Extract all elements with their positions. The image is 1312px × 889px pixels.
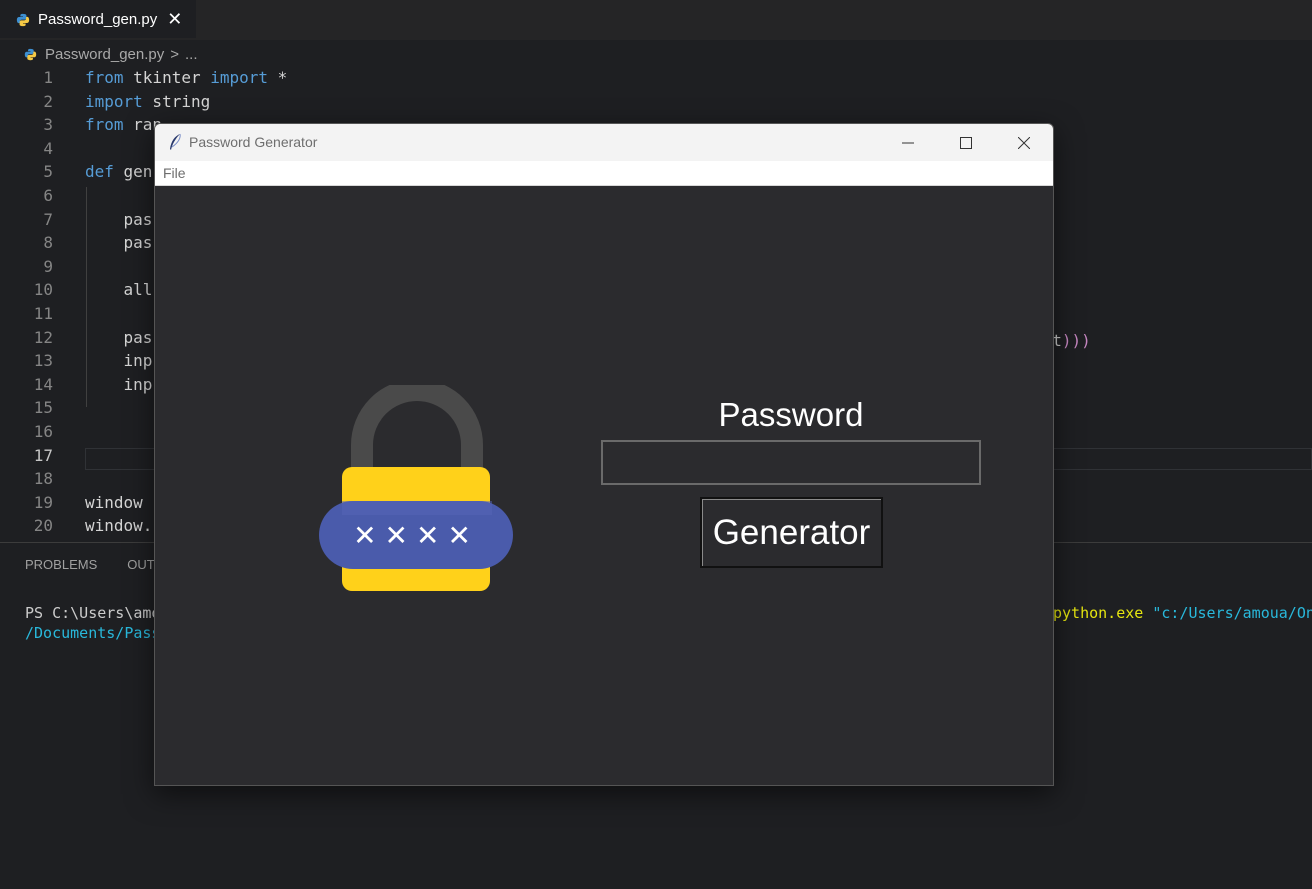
terminal-output[interactable]: PS C:\Users\amo /Documents/Pass — [25, 603, 160, 643]
window-content: ✕✕✕✕ Password Generator — [155, 186, 1053, 785]
code-text: window. — [85, 514, 152, 538]
password-generator-window: Password Generator File ✕✕✕✕ Password Ge… — [154, 123, 1054, 786]
maximize-button[interactable] — [937, 124, 995, 161]
padlock-icon: ✕✕✕✕ — [319, 385, 513, 591]
keyword-token: import — [85, 91, 143, 111]
line-number: 18 — [33, 469, 53, 489]
keyword-token: from — [85, 68, 124, 87]
code-text: all — [85, 278, 153, 302]
code-token: tkinter — [123, 68, 211, 87]
code-token: inp — [85, 374, 153, 394]
line-number: 16 — [33, 422, 53, 441]
code-text: import string — [85, 90, 210, 114]
minimize-icon — [902, 142, 914, 143]
menu-bar: File — [155, 161, 1053, 186]
code-token: pas — [85, 233, 153, 253]
code-text: inp — [85, 373, 153, 397]
code-token: gen — [113, 162, 153, 182]
line-number: 10 — [33, 280, 53, 300]
code-token: * — [268, 68, 288, 87]
tab-close-icon[interactable]: ✕ — [167, 9, 182, 30]
code-text: from ran — [85, 113, 162, 137]
window-title: Password Generator — [189, 134, 318, 150]
tkinter-feather-icon — [170, 133, 181, 150]
code-text: pas — [85, 326, 153, 350]
terminal-path: "c:/Users/amoua/On — [1152, 604, 1312, 622]
breadcrumb: Password_gen.py > ... — [24, 44, 198, 64]
window-titlebar[interactable]: Password Generator — [155, 124, 1053, 161]
code-token: pas — [85, 327, 153, 347]
terminal-output-right: python.exe "c:/Users/amoua/On — [1053, 603, 1312, 623]
code-token: pas — [85, 209, 153, 229]
line-number: 5 — [43, 162, 53, 182]
python-file-icon — [24, 48, 37, 60]
code-token: window — [85, 492, 153, 512]
code-text: pas — [85, 231, 153, 255]
breadcrumb-separator: > — [170, 45, 180, 63]
keyword-token: import — [210, 68, 269, 87]
generator-button[interactable]: Generator — [700, 497, 883, 568]
line-number: 7 — [43, 209, 53, 229]
breadcrumb-rest[interactable]: ... — [185, 46, 198, 63]
line-number: 3 — [43, 115, 53, 135]
line-number: 20 — [33, 516, 53, 536]
line-number: 13 — [33, 351, 53, 371]
editor-tab[interactable]: Password_gen.py ✕ — [0, 0, 196, 38]
line-number: 4 — [43, 138, 53, 158]
code-text: from tkinter import * — [85, 66, 287, 90]
code-token: window. — [85, 516, 153, 536]
code-line: 2 import string — [0, 90, 1312, 114]
line-number: 15 — [33, 398, 53, 418]
line-number: 19 — [33, 492, 53, 512]
password-label: Password — [718, 396, 864, 433]
line-number: 2 — [43, 91, 53, 111]
tab-label: Password_gen.py — [38, 11, 158, 28]
code-text: def gen — [85, 160, 152, 184]
code-line: 1 from tkinter import * — [0, 66, 1312, 90]
keyword-token: from — [85, 115, 124, 135]
keyword-token: def — [85, 162, 114, 182]
terminal-exe: python.exe — [1053, 604, 1153, 622]
line-number: 12 — [33, 327, 53, 347]
editor-tab-bar: Password_gen.py ✕ — [0, 0, 1312, 40]
code-text: pas — [85, 208, 153, 232]
line-number: 17 — [33, 445, 53, 465]
line-number: 11 — [33, 304, 53, 323]
code-token: inp — [85, 351, 153, 371]
line-number: 9 — [43, 256, 53, 276]
terminal-line-2: /Documents/Pass — [25, 624, 161, 642]
line-number: 6 — [43, 186, 53, 205]
terminal-line-1: PS C:\Users\amo — [25, 604, 161, 622]
code-text: window — [85, 491, 152, 515]
tab-problems[interactable]: PROBLEMS — [25, 557, 97, 572]
code-token: all — [85, 280, 153, 300]
code-text: inp — [85, 349, 153, 373]
password-output-field[interactable] — [601, 440, 981, 485]
menu-file[interactable]: File — [163, 165, 186, 181]
code-token: string — [142, 91, 211, 111]
breadcrumb-file[interactable]: Password_gen.py — [45, 46, 164, 63]
python-file-icon — [16, 13, 30, 26]
line-number: 8 — [43, 233, 53, 253]
line-number: 14 — [33, 374, 53, 394]
close-icon — [1018, 136, 1030, 149]
minimize-button[interactable] — [879, 124, 937, 161]
line-number: 1 — [43, 68, 53, 87]
maximize-icon — [960, 136, 972, 149]
lock-mask-text: ✕✕✕✕ — [353, 519, 479, 552]
close-button[interactable] — [995, 124, 1053, 161]
